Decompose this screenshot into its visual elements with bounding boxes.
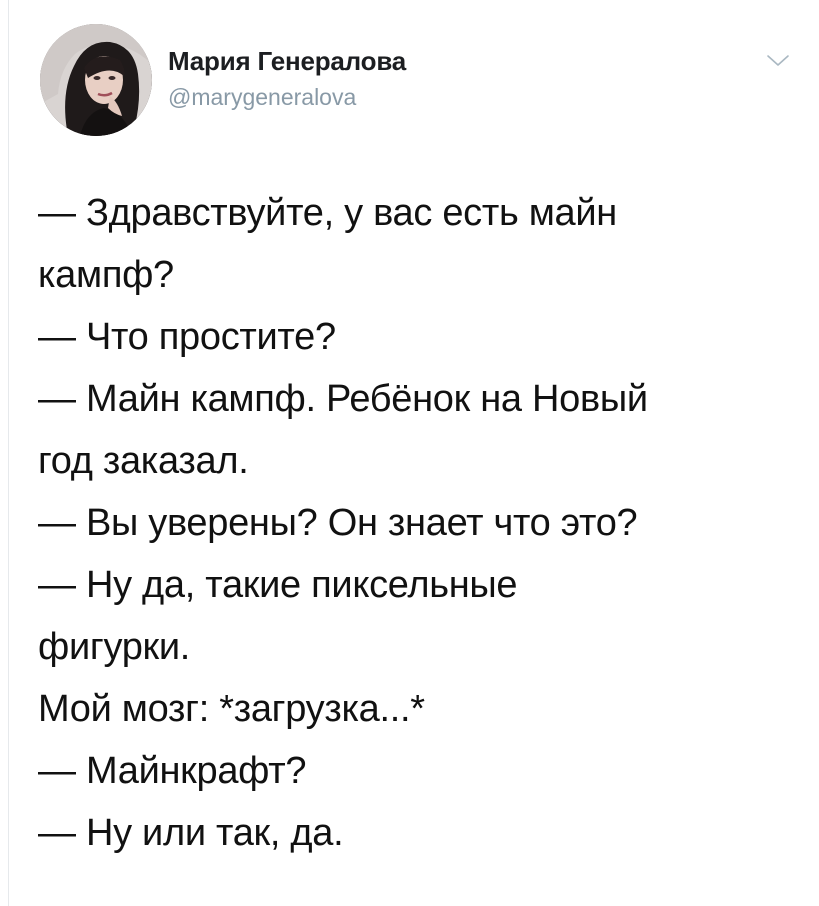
- tweet-line: кампф?: [38, 254, 174, 296]
- tweet-line: — Здравствуйте, у вас есть майн: [38, 192, 617, 234]
- tweet-line: фигурки.: [38, 626, 191, 668]
- tweet-line: — Майнкрафт?: [38, 750, 307, 792]
- tweet-line: год заказал.: [38, 440, 249, 482]
- avatar[interactable]: [40, 24, 152, 136]
- left-divider: [8, 0, 9, 906]
- tweet-line: — Майн кампф. Ребёнок на Новый: [38, 378, 648, 420]
- tweet-text: — Здравствуйте, у вас есть майн кампф? —…: [38, 182, 798, 864]
- tweet-line: — Что простите?: [38, 316, 336, 358]
- avatar-photo: [40, 24, 152, 136]
- tweet-card: Мария Генералова @marygeneralova — Здрав…: [0, 0, 819, 906]
- tweet-line: Мой мозг: *загрузка...*: [38, 688, 425, 730]
- author-display-name[interactable]: Мария Генералова: [168, 46, 406, 77]
- tweet-header: Мария Генералова @marygeneralova: [40, 24, 799, 144]
- tweet-line: — Ну да, такие пиксельные: [38, 564, 518, 606]
- chevron-down-icon[interactable]: [765, 52, 791, 70]
- tweet-line: — Вы уверены? Он знает что это?: [38, 502, 638, 544]
- tweet-line: — Ну или так, да.: [38, 812, 344, 854]
- author-handle[interactable]: @marygeneralova: [168, 84, 356, 111]
